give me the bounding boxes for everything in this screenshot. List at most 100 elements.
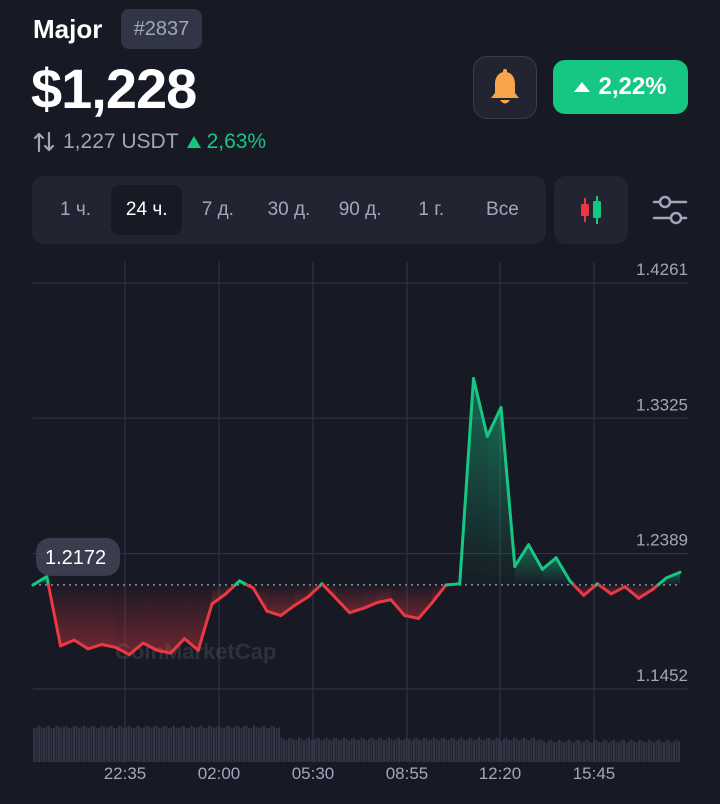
volume-bar	[338, 740, 340, 762]
volume-bar	[390, 739, 393, 762]
volume-bar	[445, 740, 448, 762]
volume-bar	[98, 727, 100, 762]
area-fill-segment	[418, 584, 433, 619]
volume-bar	[565, 740, 568, 762]
volume-bar	[325, 737, 328, 762]
volume-bar	[428, 740, 430, 762]
volume-bar	[300, 738, 303, 762]
volume-bar	[35, 727, 38, 762]
volume-bar	[345, 738, 348, 762]
area-fill-segment	[88, 584, 102, 649]
volume-bar	[115, 728, 118, 762]
coin-name: Major	[33, 14, 103, 44]
volume-bar	[208, 725, 210, 762]
volume-bar	[505, 737, 508, 762]
volume-bar	[48, 725, 50, 762]
area-fill-segment	[156, 584, 171, 654]
volume-bar	[658, 739, 660, 762]
volume-bar	[163, 725, 165, 762]
tab-24h[interactable]: 24 ч.	[111, 185, 183, 235]
volume-bar	[65, 725, 68, 762]
volume-bar	[173, 725, 175, 762]
volume-bar	[498, 738, 500, 762]
volume-bar	[458, 738, 460, 762]
volume-bar	[38, 725, 40, 762]
volume-bar	[215, 726, 218, 762]
volume-bar	[45, 726, 48, 762]
volume-bar	[585, 739, 588, 762]
volume-bar	[625, 742, 628, 762]
tab-1h[interactable]: 1 ч.	[40, 185, 111, 235]
volume-bar	[333, 738, 335, 762]
x-tick-label: 05:30	[292, 764, 335, 783]
swap-arrows-icon[interactable]	[33, 131, 55, 153]
volume-bar	[373, 739, 375, 762]
volume-bar	[653, 742, 655, 762]
volume-bar	[370, 737, 373, 762]
volume-bar	[415, 737, 418, 762]
tab-7d[interactable]: 7 д.	[182, 185, 253, 235]
volume-bar	[135, 726, 138, 762]
volume-bar	[228, 726, 230, 762]
volume-bar	[358, 739, 360, 762]
triangle-up-icon	[186, 136, 201, 148]
volume-bar	[655, 740, 658, 762]
volume-bar	[315, 737, 318, 762]
volume-bar	[88, 728, 90, 762]
volume-bar	[310, 739, 313, 762]
price-alert-button[interactable]	[473, 56, 537, 119]
volume-bar	[180, 726, 183, 762]
volume-bar	[425, 738, 428, 762]
tab-all[interactable]: Все	[467, 185, 538, 235]
volume-bar	[168, 728, 170, 762]
volume-bar	[435, 739, 438, 762]
volume-bar	[530, 738, 533, 762]
volume-bar	[280, 737, 283, 762]
x-tick-label: 08:55	[386, 764, 429, 783]
volume-bar	[275, 728, 278, 762]
volume-bar	[355, 739, 358, 762]
volume-bar	[190, 725, 193, 762]
volume-bar	[588, 741, 590, 762]
volume-bar	[400, 740, 403, 762]
volume-bar	[95, 728, 98, 762]
volume-bar	[523, 737, 525, 762]
volume-bar	[128, 725, 130, 762]
candlestick-toggle-button[interactable]	[554, 176, 628, 244]
volume-bar	[443, 737, 445, 762]
volume-bar	[433, 737, 435, 762]
x-tick-label: 15:45	[573, 764, 616, 783]
sliders-icon[interactable]	[650, 190, 690, 230]
tab-90d[interactable]: 90 д.	[325, 185, 396, 235]
volume-bar	[470, 738, 473, 762]
volume-bar	[403, 739, 405, 762]
volume-bar	[665, 739, 668, 762]
triangle-up-icon	[574, 82, 591, 92]
tab-1y[interactable]: 1 г.	[396, 185, 467, 235]
volume-bar	[570, 741, 573, 762]
volume-bar	[495, 737, 498, 762]
price-change-badge[interactable]: 2,22%	[553, 60, 688, 114]
volume-bar	[563, 742, 565, 762]
bell-icon	[491, 68, 519, 103]
price-change-value: 2,22%	[598, 73, 667, 100]
price-chart[interactable]: CoinMarketCap 1.2172 1.42611.33251.23891…	[0, 250, 720, 804]
volume-bar	[330, 740, 333, 762]
volume-bar	[663, 742, 665, 762]
volume-bar	[485, 738, 488, 762]
tab-30d[interactable]: 30 д.	[253, 185, 324, 235]
timeframe-tabs: 1 ч. 24 ч. 7 д. 30 д. 90 д. 1 г. Все	[32, 176, 546, 244]
area-fill-segment	[404, 584, 419, 619]
volume-bar	[100, 725, 103, 762]
volume-bar	[503, 738, 505, 762]
volume-bar	[258, 728, 260, 762]
volume-bar	[120, 726, 123, 762]
volume-bar	[140, 728, 143, 762]
volume-bar	[145, 725, 148, 762]
volume-bar	[230, 728, 233, 762]
volume-bar	[123, 728, 125, 762]
volume-bar	[195, 728, 198, 762]
volume-bar	[110, 725, 113, 762]
volume-bar	[605, 740, 608, 762]
volume-bar	[308, 737, 310, 762]
